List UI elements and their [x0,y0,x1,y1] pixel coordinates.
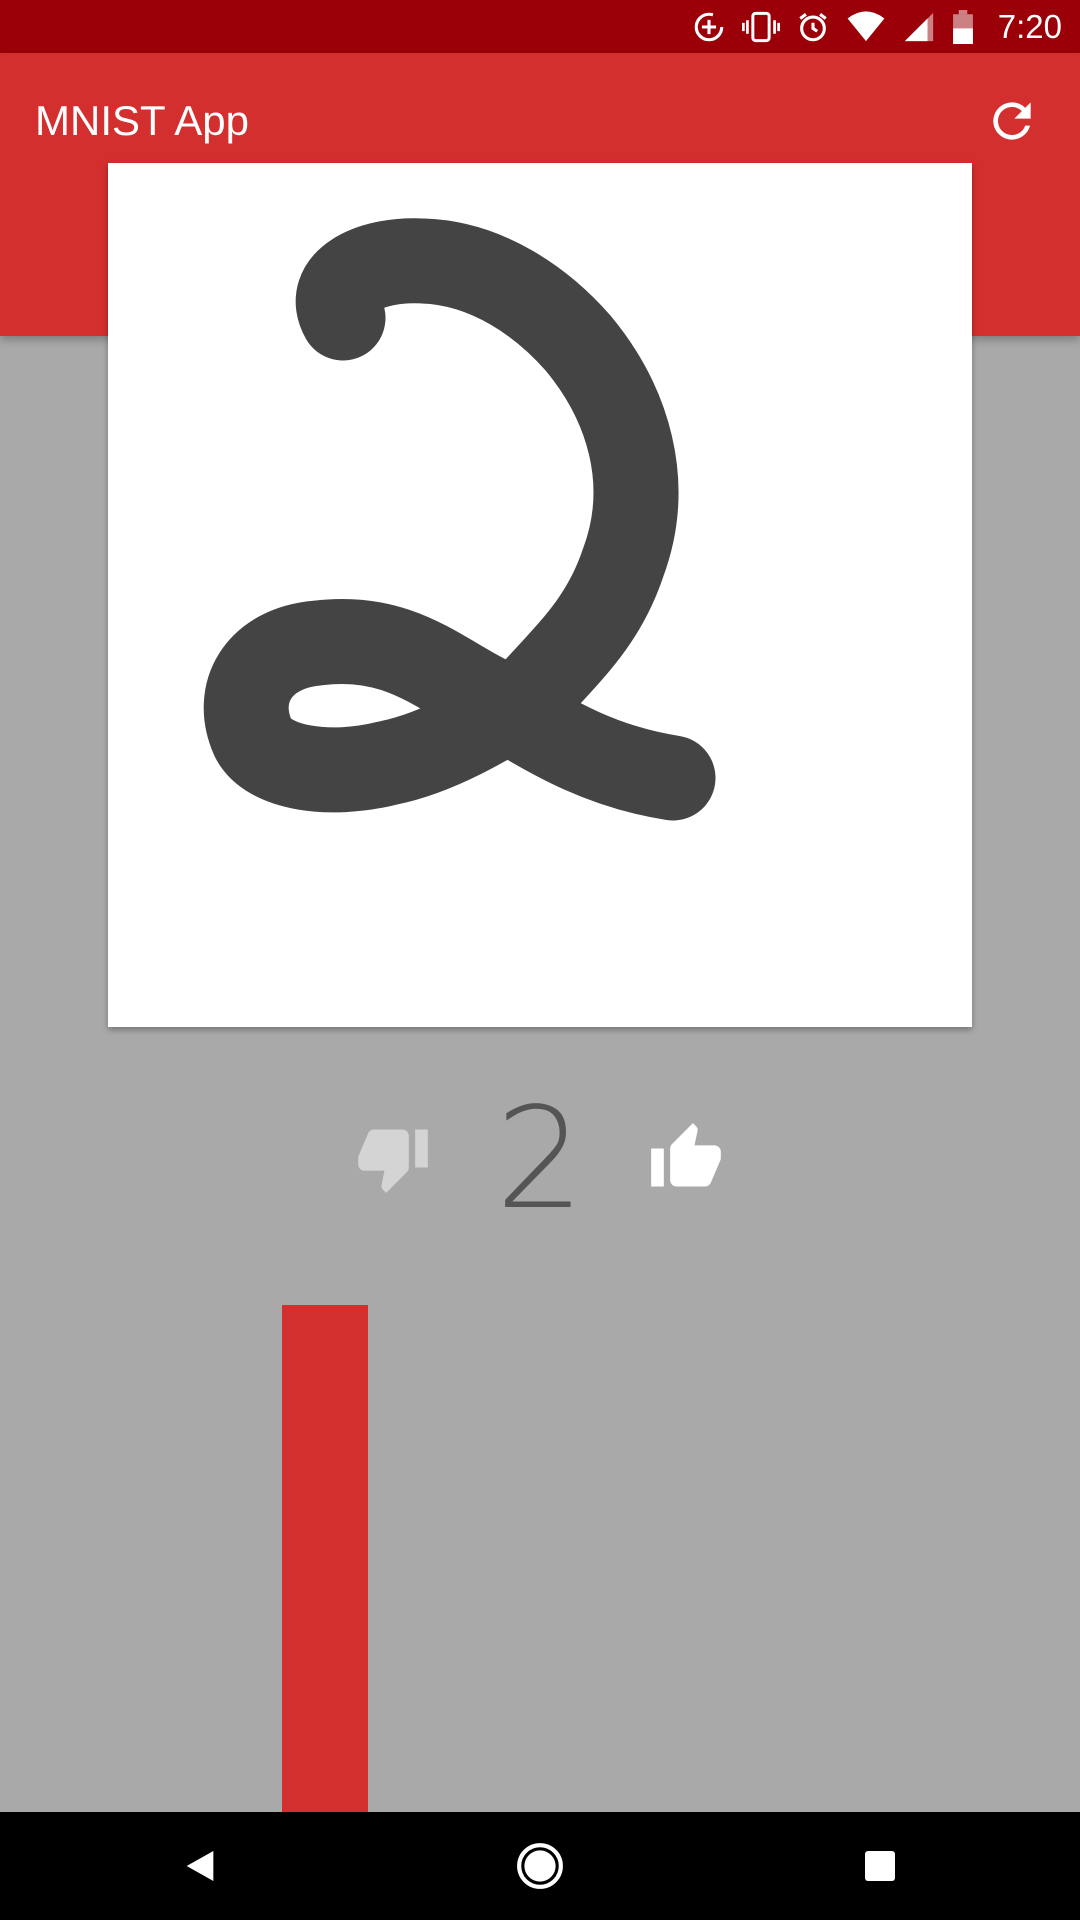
alarm-icon [796,10,830,44]
drawing-canvas[interactable] [108,163,972,1027]
prediction-row: 2 [0,1085,1080,1235]
vibrate-icon [741,10,780,44]
refresh-icon [993,102,1031,140]
thumb-up-button[interactable] [648,1120,724,1196]
probability-bar-2 [282,1305,368,1812]
data-saver-icon [692,10,726,44]
recents-icon [865,1851,895,1881]
status-bar: 7:20 [0,0,1080,53]
cellular-signal-icon [902,10,936,44]
wifi-icon [846,10,886,44]
thumb-up-icon [651,1123,721,1187]
status-icons: 7:20 [692,0,1062,53]
thumb-down-button[interactable] [355,1120,431,1196]
probability-chart [0,1290,1080,1812]
probability-chart-svg [282,1305,368,1812]
thumb-down-icon [358,1129,428,1193]
refresh-button[interactable] [974,83,1050,159]
home-button[interactable] [510,1836,570,1896]
home-icon [517,1843,563,1889]
back-icon [186,1851,214,1881]
app-title: MNIST App [35,97,249,144]
predicted-digit: 2 [495,1078,585,1241]
back-button[interactable] [170,1836,230,1896]
recents-button[interactable] [850,1836,910,1896]
drawn-digit-stroke [203,218,716,821]
battery-icon [952,9,974,44]
nav-bar [0,1812,1080,1920]
status-time: 7:20 [997,7,1062,45]
